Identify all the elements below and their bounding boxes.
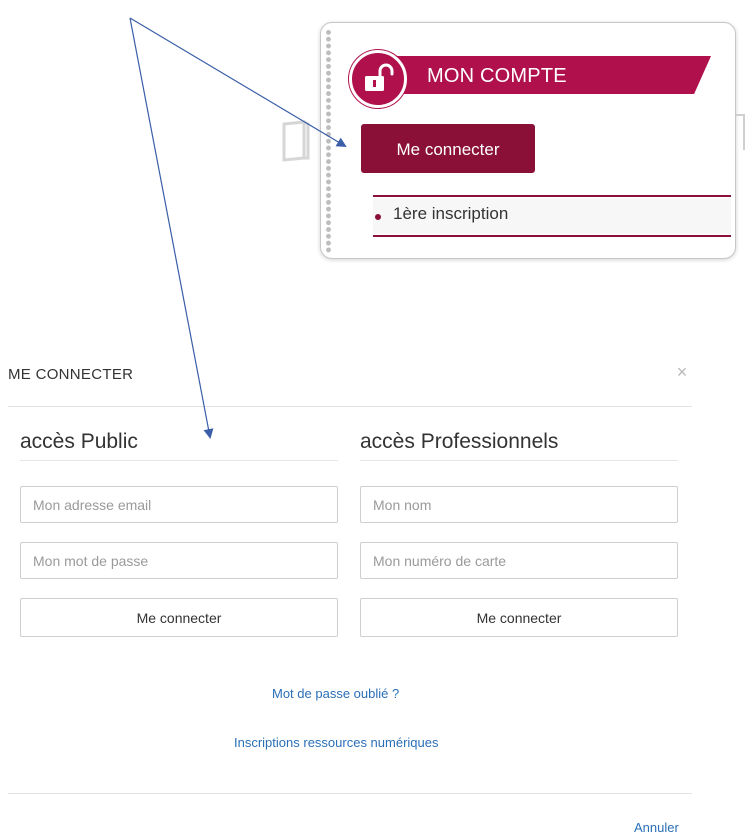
book-icon <box>282 120 310 162</box>
signup-rule-top <box>373 195 731 197</box>
public-heading: accès Public <box>20 430 138 453</box>
modal-header-divider <box>8 406 692 407</box>
account-title: MON COMPTE <box>427 65 567 87</box>
public-heading-rule <box>20 460 338 461</box>
public-connect-button[interactable]: Me connecter <box>20 598 338 637</box>
arrow-edge-icon <box>736 114 745 150</box>
bullet-icon <box>375 214 381 220</box>
modal-title: ME CONNECTER <box>8 366 134 383</box>
email-field[interactable] <box>20 486 338 523</box>
professional-heading-rule <box>360 460 678 461</box>
account-widget: MON COMPTE Me connecter 1ère inscription <box>320 22 736 259</box>
forgot-password-link[interactable]: Mot de passe oublié ? <box>272 686 399 701</box>
password-field[interactable] <box>20 542 338 579</box>
professional-heading: accès Professionnels <box>360 430 559 453</box>
card-number-field[interactable] <box>360 542 678 579</box>
signup-rule-bottom <box>373 235 731 237</box>
modal-footer-divider <box>8 793 692 794</box>
professional-connect-button[interactable]: Me connecter <box>360 598 678 637</box>
arrow-to-public-access <box>129 17 214 439</box>
cancel-link[interactable]: Annuler <box>634 820 679 835</box>
account-connect-button[interactable]: Me connecter <box>361 124 535 173</box>
close-icon[interactable]: × <box>670 360 694 384</box>
unlock-icon <box>349 50 407 108</box>
name-field[interactable] <box>360 486 678 523</box>
first-signup-link[interactable]: 1ère inscription <box>393 204 508 224</box>
digital-signup-link[interactable]: Inscriptions ressources numériques <box>234 735 438 750</box>
